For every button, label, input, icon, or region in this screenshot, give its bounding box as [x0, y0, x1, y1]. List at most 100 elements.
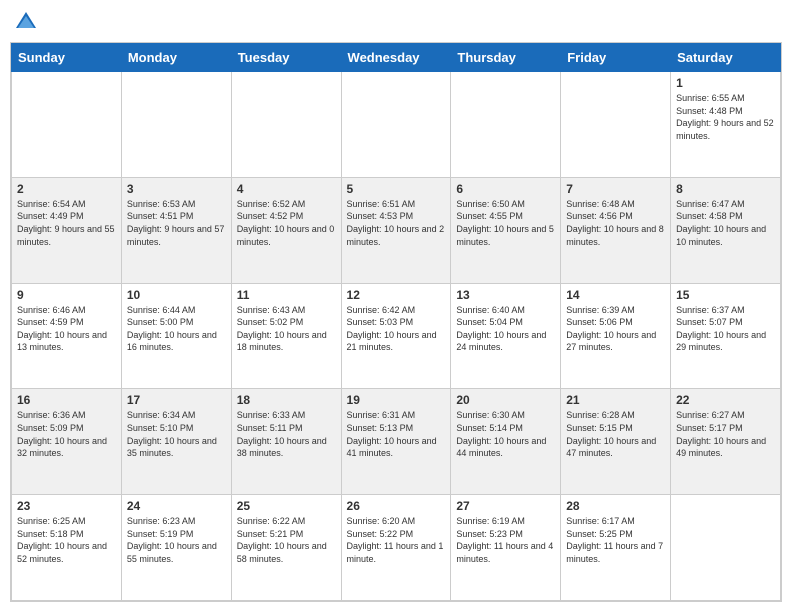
day-info: Sunrise: 6:36 AM Sunset: 5:09 PM Dayligh…: [17, 409, 116, 459]
day-info: Sunrise: 6:40 AM Sunset: 5:04 PM Dayligh…: [456, 304, 555, 354]
week-row-3: 16 Sunrise: 6:36 AM Sunset: 5:09 PM Dayli…: [12, 389, 781, 495]
day-info: Sunrise: 6:22 AM Sunset: 5:21 PM Dayligh…: [237, 515, 336, 565]
day-number: 28: [566, 499, 665, 513]
day-number: 2: [17, 182, 116, 196]
day-cell: 1 Sunrise: 6:55 AM Sunset: 4:48 PM Daylig…: [671, 72, 781, 178]
day-number: 17: [127, 393, 226, 407]
header-row: SundayMondayTuesdayWednesdayThursdayFrid…: [12, 44, 781, 72]
week-row-0: 1 Sunrise: 6:55 AM Sunset: 4:48 PM Daylig…: [12, 72, 781, 178]
day-info: Sunrise: 6:50 AM Sunset: 4:55 PM Dayligh…: [456, 198, 555, 248]
day-info: Sunrise: 6:17 AM Sunset: 5:25 PM Dayligh…: [566, 515, 665, 565]
day-number: 21: [566, 393, 665, 407]
day-header-thursday: Thursday: [451, 44, 561, 72]
day-header-sunday: Sunday: [12, 44, 122, 72]
day-header-tuesday: Tuesday: [231, 44, 341, 72]
day-header-saturday: Saturday: [671, 44, 781, 72]
calendar: SundayMondayTuesdayWednesdayThursdayFrid…: [10, 42, 782, 602]
day-cell: [231, 72, 341, 178]
day-info: Sunrise: 6:52 AM Sunset: 4:52 PM Dayligh…: [237, 198, 336, 248]
day-cell: 7 Sunrise: 6:48 AM Sunset: 4:56 PM Daylig…: [561, 177, 671, 283]
day-cell: [561, 72, 671, 178]
day-cell: [121, 72, 231, 178]
day-cell: 23 Sunrise: 6:25 AM Sunset: 5:18 PM Dayli…: [12, 495, 122, 601]
day-cell: 13 Sunrise: 6:40 AM Sunset: 5:04 PM Dayli…: [451, 283, 561, 389]
day-number: 15: [676, 288, 775, 302]
day-cell: [671, 495, 781, 601]
day-info: Sunrise: 6:43 AM Sunset: 5:02 PM Dayligh…: [237, 304, 336, 354]
day-cell: [451, 72, 561, 178]
day-cell: 18Sunrise: 6:33 AM Sunset: 5:11 PM Dayli…: [231, 389, 341, 495]
day-cell: 4 Sunrise: 6:52 AM Sunset: 4:52 PM Daylig…: [231, 177, 341, 283]
week-row-2: 9 Sunrise: 6:46 AM Sunset: 4:59 PM Daylig…: [12, 283, 781, 389]
day-info: Sunrise: 6:53 AM Sunset: 4:51 PM Dayligh…: [127, 198, 226, 248]
day-info: Sunrise: 6:47 AM Sunset: 4:58 PM Dayligh…: [676, 198, 775, 248]
week-row-4: 23 Sunrise: 6:25 AM Sunset: 5:18 PM Dayli…: [12, 495, 781, 601]
day-info: Sunrise: 6:51 AM Sunset: 4:53 PM Dayligh…: [347, 198, 446, 248]
week-row-1: 2 Sunrise: 6:54 AM Sunset: 4:49 PM Daylig…: [12, 177, 781, 283]
day-info: Sunrise: 6:27 AM Sunset: 5:17 PM Dayligh…: [676, 409, 775, 459]
calendar-table: SundayMondayTuesdayWednesdayThursdayFrid…: [11, 43, 781, 601]
day-number: 10: [127, 288, 226, 302]
day-number: 4: [237, 182, 336, 196]
logo: [14, 10, 42, 34]
day-info: Sunrise: 6:37 AM Sunset: 5:07 PM Dayligh…: [676, 304, 775, 354]
day-info: Sunrise: 6:46 AM Sunset: 4:59 PM Dayligh…: [17, 304, 116, 354]
day-cell: 27 Sunrise: 6:19 AM Sunset: 5:23 PM Dayli…: [451, 495, 561, 601]
day-cell: 6Sunrise: 6:50 AM Sunset: 4:55 PM Daylig…: [451, 177, 561, 283]
day-cell: 24Sunrise: 6:23 AM Sunset: 5:19 PM Dayli…: [121, 495, 231, 601]
day-info: Sunrise: 6:42 AM Sunset: 5:03 PM Dayligh…: [347, 304, 446, 354]
day-number: 16: [17, 393, 116, 407]
logo-icon: [14, 10, 38, 34]
day-number: 26: [347, 499, 446, 513]
day-number: 9: [17, 288, 116, 302]
day-cell: 12 Sunrise: 6:42 AM Sunset: 5:03 PM Dayli…: [341, 283, 451, 389]
day-cell: 22 Sunrise: 6:27 AM Sunset: 5:17 PM Dayli…: [671, 389, 781, 495]
day-info: Sunrise: 6:55 AM Sunset: 4:48 PM Dayligh…: [676, 92, 775, 142]
day-number: 12: [347, 288, 446, 302]
day-number: 22: [676, 393, 775, 407]
day-header-wednesday: Wednesday: [341, 44, 451, 72]
day-number: 1: [676, 76, 775, 90]
day-header-monday: Monday: [121, 44, 231, 72]
day-cell: 8 Sunrise: 6:47 AM Sunset: 4:58 PM Daylig…: [671, 177, 781, 283]
day-cell: [12, 72, 122, 178]
day-cell: 19Sunrise: 6:31 AM Sunset: 5:13 PM Dayli…: [341, 389, 451, 495]
day-number: 11: [237, 288, 336, 302]
day-info: Sunrise: 6:25 AM Sunset: 5:18 PM Dayligh…: [17, 515, 116, 565]
day-cell: 5 Sunrise: 6:51 AM Sunset: 4:53 PM Daylig…: [341, 177, 451, 283]
day-cell: 28 Sunrise: 6:17 AM Sunset: 5:25 PM Dayli…: [561, 495, 671, 601]
day-number: 27: [456, 499, 555, 513]
day-number: 13: [456, 288, 555, 302]
day-cell: 15 Sunrise: 6:37 AM Sunset: 5:07 PM Dayli…: [671, 283, 781, 389]
day-info: Sunrise: 6:30 AM Sunset: 5:14 PM Dayligh…: [456, 409, 555, 459]
day-cell: 16 Sunrise: 6:36 AM Sunset: 5:09 PM Dayli…: [12, 389, 122, 495]
day-cell: 9 Sunrise: 6:46 AM Sunset: 4:59 PM Daylig…: [12, 283, 122, 389]
day-info: Sunrise: 6:23 AM Sunset: 5:19 PM Dayligh…: [127, 515, 226, 565]
day-cell: 14 Sunrise: 6:39 AM Sunset: 5:06 PM Dayli…: [561, 283, 671, 389]
day-number: 14: [566, 288, 665, 302]
day-cell: 17 Sunrise: 6:34 AM Sunset: 5:10 PM Dayli…: [121, 389, 231, 495]
day-number: 7: [566, 182, 665, 196]
day-number: 25: [237, 499, 336, 513]
day-info: Sunrise: 6:48 AM Sunset: 4:56 PM Dayligh…: [566, 198, 665, 248]
day-cell: 20Sunrise: 6:30 AM Sunset: 5:14 PM Dayli…: [451, 389, 561, 495]
day-info: Sunrise: 6:19 AM Sunset: 5:23 PM Dayligh…: [456, 515, 555, 565]
day-info: Sunrise: 6:28 AM Sunset: 5:15 PM Dayligh…: [566, 409, 665, 459]
day-info: Sunrise: 6:34 AM Sunset: 5:10 PM Dayligh…: [127, 409, 226, 459]
day-cell: 3 Sunrise: 6:53 AM Sunset: 4:51 PM Daylig…: [121, 177, 231, 283]
day-number: 3: [127, 182, 226, 196]
day-number: 5: [347, 182, 446, 196]
day-info: Sunrise: 6:54 AM Sunset: 4:49 PM Dayligh…: [17, 198, 116, 248]
page: SundayMondayTuesdayWednesdayThursdayFrid…: [0, 0, 792, 612]
day-cell: 2 Sunrise: 6:54 AM Sunset: 4:49 PM Daylig…: [12, 177, 122, 283]
day-cell: 10Sunrise: 6:44 AM Sunset: 5:00 PM Dayli…: [121, 283, 231, 389]
day-header-friday: Friday: [561, 44, 671, 72]
day-cell: 21 Sunrise: 6:28 AM Sunset: 5:15 PM Dayli…: [561, 389, 671, 495]
day-info: Sunrise: 6:39 AM Sunset: 5:06 PM Dayligh…: [566, 304, 665, 354]
day-number: 8: [676, 182, 775, 196]
day-number: 23: [17, 499, 116, 513]
day-cell: [341, 72, 451, 178]
header: [10, 10, 782, 34]
day-cell: 11 Sunrise: 6:43 AM Sunset: 5:02 PM Dayli…: [231, 283, 341, 389]
day-cell: 25 Sunrise: 6:22 AM Sunset: 5:21 PM Dayli…: [231, 495, 341, 601]
